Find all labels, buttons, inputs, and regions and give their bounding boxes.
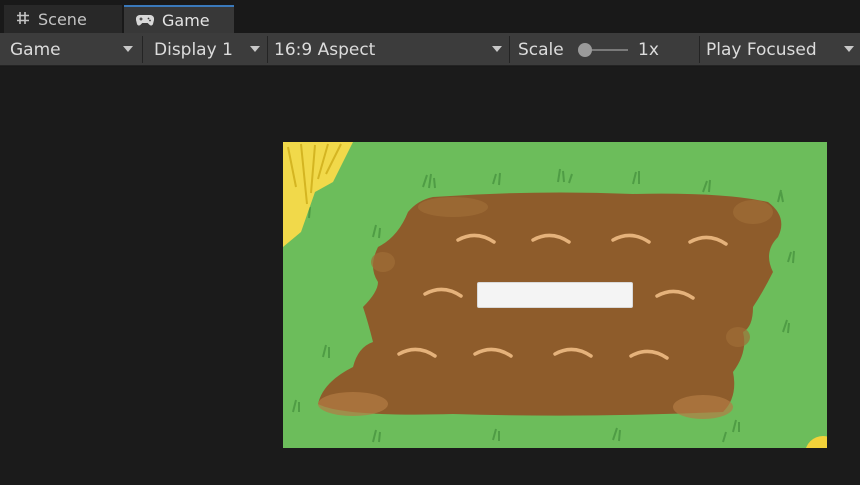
game-toolbar: Game Display 1 16:9 Aspect Scale 1x Play…: [0, 33, 860, 66]
scale-control: Scale 1x: [510, 33, 700, 66]
game-canvas[interactable]: [283, 142, 827, 448]
tab-bar: Scene Game: [0, 0, 860, 33]
display-value: Display 1: [154, 39, 233, 60]
name-input[interactable]: [477, 282, 633, 308]
view-mode-value: Game: [10, 39, 61, 60]
grid-icon: [16, 10, 30, 29]
chevron-down-icon: [492, 46, 502, 52]
hay-bale: [283, 142, 353, 247]
tab-game[interactable]: Game: [124, 5, 234, 33]
aspect-value: 16:9 Aspect: [274, 39, 376, 60]
tab-game-label: Game: [162, 10, 210, 30]
play-mode-dropdown[interactable]: Play Focused: [700, 33, 860, 66]
scale-slider-handle[interactable]: [578, 43, 592, 57]
toolbar-divider: [142, 36, 143, 63]
scale-value: 1x: [638, 40, 659, 60]
tab-scene-label: Scene: [38, 9, 87, 29]
play-mode-value: Play Focused: [706, 39, 817, 60]
aspect-dropdown[interactable]: 16:9 Aspect: [268, 33, 508, 66]
coin-icon: [806, 436, 827, 448]
chevron-down-icon: [844, 46, 854, 52]
display-dropdown[interactable]: Display 1: [146, 33, 266, 66]
gamepad-icon: [135, 11, 155, 30]
chevron-down-icon: [250, 46, 260, 52]
view-mode-dropdown[interactable]: Game: [4, 33, 139, 66]
tab-scene[interactable]: Scene: [4, 5, 122, 33]
chevron-down-icon: [123, 46, 133, 52]
scale-label: Scale: [518, 39, 564, 60]
